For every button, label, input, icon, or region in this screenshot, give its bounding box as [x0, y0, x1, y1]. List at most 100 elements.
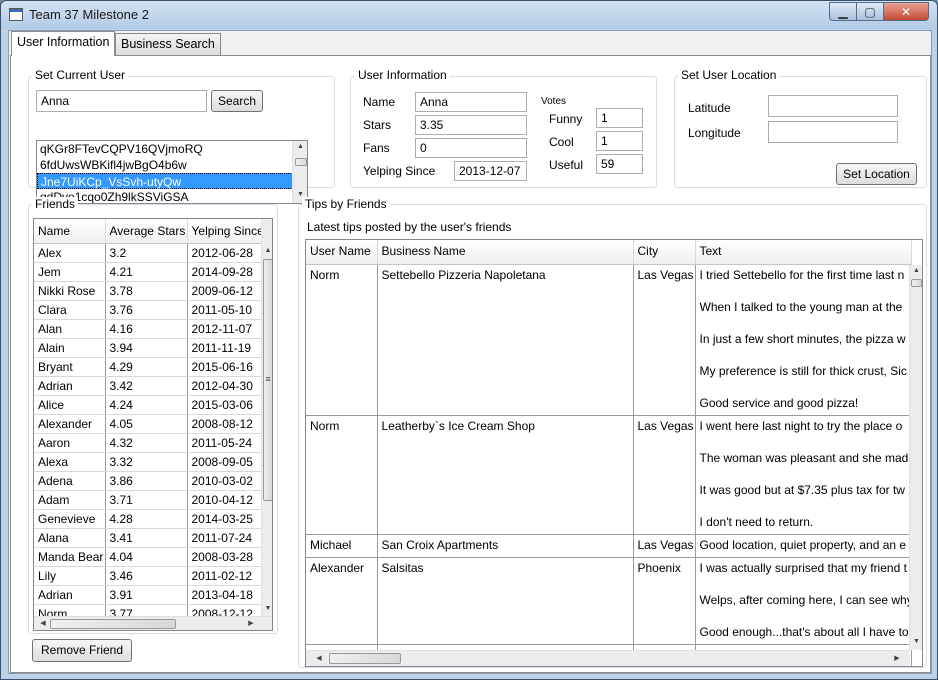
- down-arrow-icon[interactable]: ▼: [910, 638, 922, 645]
- maximize-button[interactable]: ▢: [856, 2, 884, 21]
- table-row[interactable]: Alan 4.16 2012-11-07: [34, 319, 262, 339]
- table-row[interactable]: Alexander 4.05 2008-08-12: [34, 414, 262, 434]
- table-row[interactable]: Bryant 4.29 2015-06-16: [34, 357, 262, 377]
- table-cell: 4.29: [105, 357, 188, 377]
- friends-column-header[interactable]: Name: [34, 219, 106, 244]
- table-row[interactable]: Adam 3.71 2010-04-12: [34, 490, 262, 510]
- tips-legend: Tips by Friends: [302, 197, 390, 211]
- table-row[interactable]: Lily 3.46 2011-02-12: [34, 566, 262, 586]
- right-arrow-icon[interactable]: ▶: [246, 619, 256, 627]
- friends-grid[interactable]: Name Average Stars Yelping Since Alex 3.2 20…: [33, 218, 273, 631]
- tip-text-line: I was actually surprised that my friend …: [699, 560, 907, 575]
- table-cell: 4.28: [105, 509, 188, 529]
- useful-field[interactable]: [596, 154, 643, 174]
- table-row[interactable]: Aaron 4.32 2011-05-24: [34, 433, 262, 453]
- friends-column-header[interactable]: Average Stars: [105, 219, 188, 244]
- table-cell: Adam: [34, 490, 106, 510]
- table-cell: Adrian: [34, 585, 106, 605]
- table-row[interactable]: Genevieve 4.28 2014-03-25: [34, 509, 262, 529]
- remove-friend-button[interactable]: Remove Friend: [32, 639, 132, 662]
- tips-vscrollbar[interactable]: ▲ ▼: [909, 265, 922, 650]
- up-arrow-icon[interactable]: ▲: [293, 143, 307, 150]
- table-row[interactable]: Jem 4.21 2014-09-28: [34, 262, 262, 282]
- table-cell: 4.32: [105, 433, 188, 453]
- table-cell: Clara: [34, 300, 106, 320]
- stars-field[interactable]: [415, 115, 527, 135]
- user-list-scrollbar[interactable]: ▲ ▼: [292, 141, 307, 203]
- friends-hscrollbar[interactable]: ◀ ▶: [34, 616, 272, 630]
- user-id-list[interactable]: qKGr8FTevCQPV16QVjmoRQ 6fdUwsWBKifl4jwBgO…: [36, 140, 308, 204]
- scroll-thumb[interactable]: [911, 279, 922, 287]
- tips-table: User Name Business Name City Text Norm Sette…: [306, 240, 912, 666]
- yelping-since-field[interactable]: [454, 161, 527, 181]
- table-row[interactable]: Michael San Croix Apartments Las Vegas Good…: [306, 534, 912, 558]
- longitude-field[interactable]: [768, 121, 898, 143]
- user-id-list-item[interactable]: Jne7UiKCp_VsSvh-utyQw: [37, 173, 307, 189]
- tab-business-search[interactable]: Business Search: [115, 33, 221, 55]
- down-arrow-icon[interactable]: ▼: [262, 605, 272, 612]
- table-row[interactable]: Adrian 3.91 2013-04-18: [34, 585, 262, 605]
- scroll-thumb[interactable]: [295, 158, 307, 166]
- table-cell: 2013-04-18: [187, 585, 262, 605]
- fans-field[interactable]: [415, 138, 527, 158]
- table-row[interactable]: Alice 4.24 2015-03-06: [34, 395, 262, 415]
- friends-header-row: Name Average Stars Yelping Since: [34, 219, 262, 244]
- tips-hscrollbar[interactable]: ◀ ▶: [306, 650, 910, 666]
- search-button[interactable]: Search: [211, 90, 263, 112]
- tab-user-information[interactable]: User Information: [11, 31, 116, 56]
- tip-user-cell: Alexander: [306, 557, 378, 645]
- scroll-thumb[interactable]: [329, 653, 401, 664]
- fans-label: Fans: [363, 141, 390, 155]
- tip-city-cell: Las Vegas: [633, 534, 696, 558]
- table-cell: Alana: [34, 528, 106, 548]
- table-cell: 2011-05-10: [187, 300, 262, 320]
- table-cell: 4.24: [105, 395, 188, 415]
- tip-user-cell: Norm: [306, 264, 378, 416]
- latitude-field[interactable]: [768, 95, 898, 117]
- left-arrow-icon[interactable]: ◀: [314, 654, 324, 662]
- table-row[interactable]: Alexander Salsitas Phoenix I was actually s…: [306, 557, 912, 645]
- funny-field[interactable]: [596, 108, 643, 128]
- tip-text-line: Good service and good pizza!: [699, 395, 859, 410]
- tips-grid[interactable]: User Name Business Name City Text Norm Sette…: [305, 239, 923, 667]
- table-row[interactable]: Norm Leatherby`s Ice Cream Shop Las Vegas I…: [306, 415, 912, 535]
- tip-text-line: In just a few short minutes, the pizza w: [699, 331, 906, 346]
- up-arrow-icon[interactable]: ▲: [910, 267, 922, 274]
- table-row[interactable]: Adrian 3.42 2012-04-30: [34, 376, 262, 396]
- table-cell: 2008-03-28: [187, 547, 262, 567]
- friends-vscrollbar[interactable]: ▲ ≡ ▼: [261, 219, 272, 616]
- tip-user-cell: Michael: [306, 534, 378, 558]
- right-arrow-icon[interactable]: ▶: [892, 654, 902, 662]
- tip-text-line: Good enough...that's about all I have to: [699, 624, 909, 639]
- table-row[interactable]: Clara 3.76 2011-05-10: [34, 300, 262, 320]
- name-field[interactable]: [415, 92, 527, 112]
- table-row[interactable]: Manda Bear 4.04 2008-03-28: [34, 547, 262, 567]
- tip-text-line: My preference is still for thick crust, …: [699, 363, 907, 378]
- table-cell: 2015-06-16: [187, 357, 262, 377]
- close-button[interactable]: ✕: [883, 2, 929, 21]
- table-row[interactable]: Alana 3.41 2011-07-24: [34, 528, 262, 548]
- table-row[interactable]: Alex 3.2 2012-06-28: [34, 243, 262, 263]
- tips-column-header[interactable]: Business Name: [377, 240, 634, 265]
- tips-column-header[interactable]: Text: [695, 240, 912, 265]
- stars-label: Stars: [363, 118, 392, 132]
- up-arrow-icon[interactable]: ▲: [262, 247, 272, 254]
- set-location-button[interactable]: Set Location: [836, 163, 917, 185]
- scroll-thumb[interactable]: [50, 619, 176, 629]
- tips-column-header[interactable]: City: [633, 240, 696, 265]
- tips-column-header[interactable]: User Name: [306, 240, 378, 265]
- user-id-list-item[interactable]: 6fdUwsWBKifl4jwBgO4b6w: [37, 157, 307, 173]
- table-row[interactable]: Nikki Rose 3.78 2009-06-12: [34, 281, 262, 301]
- table-row[interactable]: Adena 3.86 2010-03-02: [34, 471, 262, 491]
- table-row[interactable]: Alexa 3.32 2008-09-05: [34, 452, 262, 472]
- minimize-button[interactable]: ▁: [829, 2, 857, 21]
- left-arrow-icon[interactable]: ◀: [38, 619, 48, 627]
- user-id-list-item[interactable]: qKGr8FTevCQPV16QVjmoRQ: [37, 141, 307, 157]
- friends-column-header[interactable]: Yelping Since: [187, 219, 262, 244]
- title-bar[interactable]: Team 37 Milestone 2 ▁ ▢ ✕: [1, 1, 937, 29]
- user-search-input[interactable]: [36, 90, 207, 112]
- table-cell: 3.41: [105, 528, 188, 548]
- table-row[interactable]: Alain 3.94 2011-11-19: [34, 338, 262, 358]
- cool-field[interactable]: [596, 131, 643, 151]
- table-row[interactable]: Norm Settebello Pizzeria Napoletana Las Ve…: [306, 264, 912, 416]
